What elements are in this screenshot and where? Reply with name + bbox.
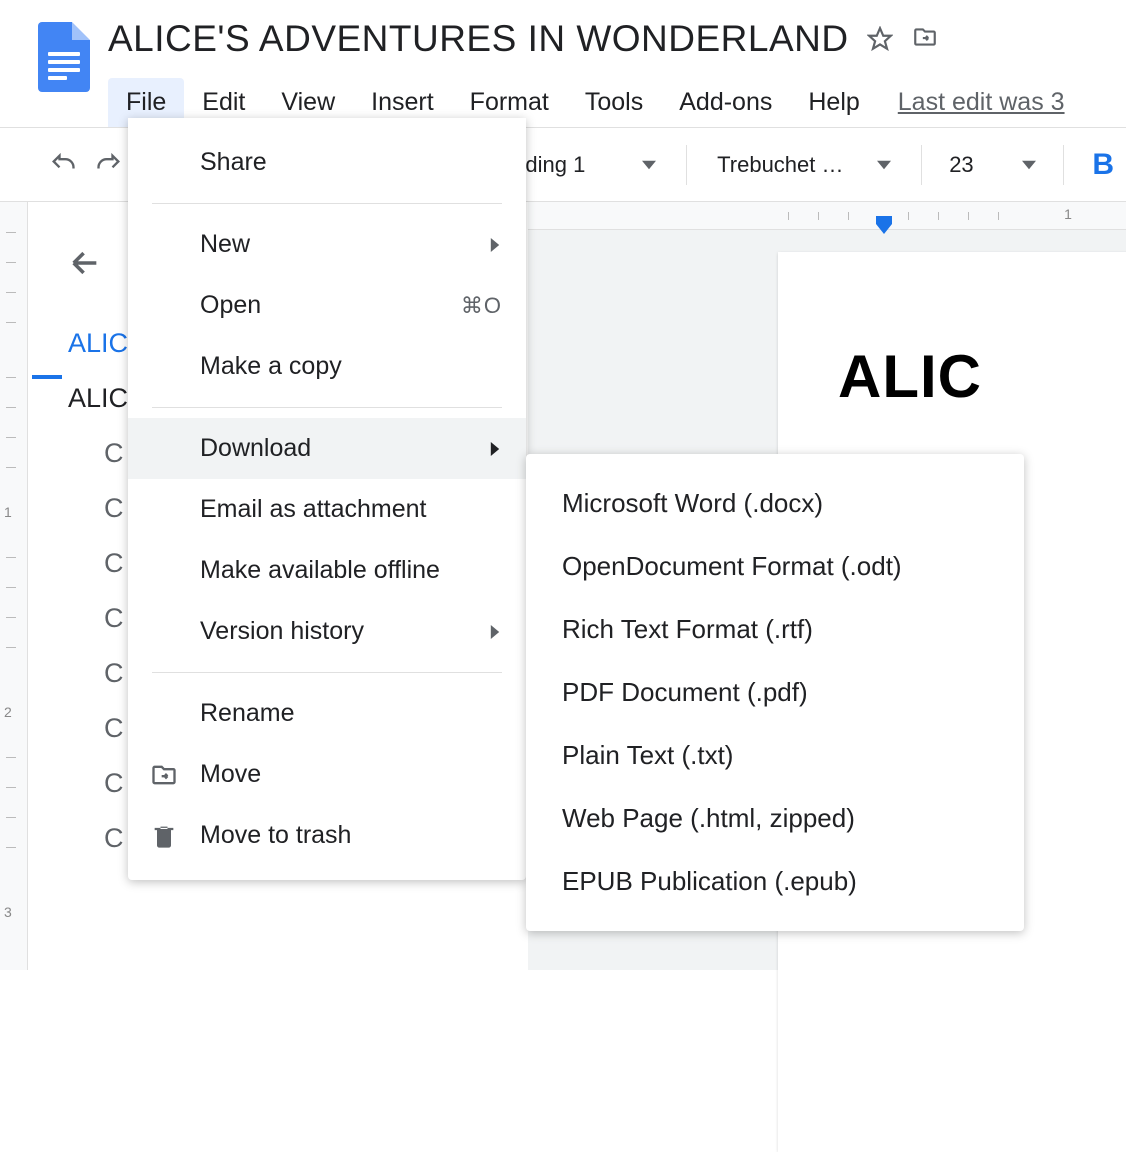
folder-move-icon — [150, 761, 178, 789]
menu-make-copy[interactable]: Make a copy — [128, 336, 526, 397]
chevron-right-icon — [488, 230, 502, 259]
chevron-right-icon — [488, 617, 502, 646]
menu-new[interactable]: New — [128, 214, 526, 275]
chevron-right-icon — [488, 434, 502, 463]
menu-divider — [152, 672, 502, 673]
download-html[interactable]: Web Page (.html, zipped) — [526, 787, 1024, 850]
chevron-down-icon — [642, 152, 656, 178]
menu-addons[interactable]: Add-ons — [661, 78, 790, 127]
menu-move[interactable]: Move — [128, 744, 526, 805]
menu-label: New — [200, 230, 250, 259]
toolbar-separator — [921, 145, 922, 185]
app-header: ALICE'S ADVENTURES IN WONDERLAND File Ed… — [0, 0, 1126, 128]
outline-active-indicator — [32, 375, 62, 379]
file-menu-dropdown: Share New Open ⌘O Make a copy Download E… — [128, 118, 526, 880]
vertical-ruler: 1 2 3 — [0, 202, 28, 970]
font-size-select[interactable]: 23 — [937, 142, 1047, 188]
menu-label: Version history — [200, 617, 364, 646]
menu-move-to-trash[interactable]: Move to trash — [128, 805, 526, 866]
menu-divider — [152, 203, 502, 204]
redo-button[interactable] — [90, 144, 128, 186]
star-icon[interactable] — [867, 26, 893, 52]
ruler-number: 2 — [4, 704, 12, 720]
menu-label: Make a copy — [200, 352, 342, 381]
ruler-number: 1 — [1064, 206, 1072, 222]
download-odt[interactable]: OpenDocument Format (.odt) — [526, 535, 1024, 598]
menu-download[interactable]: Download — [128, 418, 526, 479]
menu-share[interactable]: Share — [128, 132, 526, 193]
ruler-number: 1 — [4, 504, 12, 520]
chevron-down-icon — [1022, 152, 1036, 178]
menu-label: Open — [200, 291, 261, 320]
menu-help[interactable]: Help — [790, 78, 877, 127]
menu-divider — [152, 407, 502, 408]
menu-label: Download — [200, 434, 311, 463]
keyboard-shortcut: ⌘O — [461, 293, 502, 319]
trash-icon — [150, 822, 178, 850]
docs-logo-icon[interactable] — [38, 22, 90, 92]
menu-label: Email as attachment — [200, 495, 427, 524]
download-pdf[interactable]: PDF Document (.pdf) — [526, 661, 1024, 724]
menu-label: Move to trash — [200, 821, 351, 850]
menu-label: Share — [200, 148, 267, 177]
collapse-outline-button[interactable] — [68, 246, 108, 286]
horizontal-ruler: 1 — [528, 202, 1126, 230]
toolbar-separator — [1063, 145, 1064, 185]
toolbar-separator — [686, 145, 687, 185]
menu-rename[interactable]: Rename — [128, 683, 526, 744]
undo-button[interactable] — [44, 144, 82, 186]
menu-label: Move — [200, 760, 261, 789]
download-epub[interactable]: EPUB Publication (.epub) — [526, 850, 1024, 913]
download-docx[interactable]: Microsoft Word (.docx) — [526, 472, 1024, 535]
indent-marker-icon[interactable] — [876, 216, 892, 239]
download-txt[interactable]: Plain Text (.txt) — [526, 724, 1024, 787]
menu-make-offline[interactable]: Make available offline — [128, 540, 526, 601]
menu-label: Rename — [200, 699, 295, 728]
download-rtf[interactable]: Rich Text Format (.rtf) — [526, 598, 1024, 661]
menu-label: Make available offline — [200, 556, 440, 585]
last-edit-link[interactable]: Last edit was 3 — [898, 78, 1065, 127]
page-heading: ALIC — [838, 342, 1126, 411]
menu-email-attachment[interactable]: Email as attachment — [128, 479, 526, 540]
move-to-folder-icon[interactable] — [911, 24, 939, 55]
menu-open[interactable]: Open ⌘O — [128, 275, 526, 336]
document-title[interactable]: ALICE'S ADVENTURES IN WONDERLAND — [108, 18, 849, 60]
font-family-label: Trebuchet … — [717, 152, 843, 178]
font-size-value: 23 — [949, 152, 973, 178]
ruler-number: 3 — [4, 904, 12, 920]
menu-version-history[interactable]: Version history — [128, 601, 526, 662]
bold-button[interactable]: B — [1080, 148, 1126, 182]
font-family-select[interactable]: Trebuchet … — [703, 142, 904, 188]
download-submenu: Microsoft Word (.docx) OpenDocument Form… — [526, 454, 1024, 931]
chevron-down-icon — [877, 152, 891, 178]
menu-tools[interactable]: Tools — [567, 78, 661, 127]
